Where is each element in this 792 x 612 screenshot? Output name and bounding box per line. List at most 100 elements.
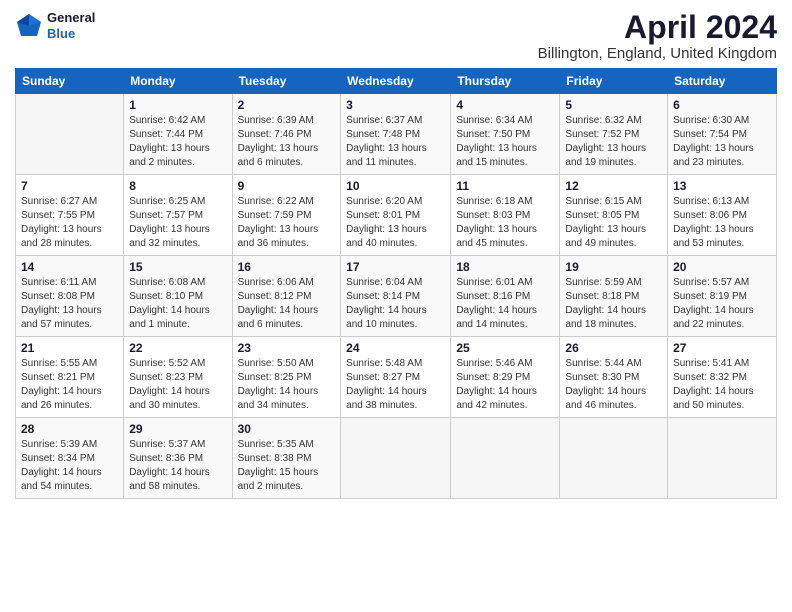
calendar-cell: 28 Sunrise: 5:39 AM Sunset: 8:34 PM Dayli… (16, 418, 124, 499)
day-info: Sunrise: 6:04 AM Sunset: 8:14 PM Dayligh… (346, 276, 445, 332)
day-number: 10 (346, 179, 445, 193)
day-info: Sunrise: 6:32 AM Sunset: 7:52 PM Dayligh… (565, 114, 662, 170)
day-info: Sunrise: 6:39 AM Sunset: 7:46 PM Dayligh… (238, 114, 336, 170)
calendar-week-4: 21 Sunrise: 5:55 AM Sunset: 8:21 PM Dayli… (16, 337, 777, 418)
day-header-sunday: Sunday (16, 69, 124, 94)
day-header-thursday: Thursday (451, 69, 560, 94)
day-number: 22 (129, 341, 226, 355)
calendar-week-3: 14 Sunrise: 6:11 AM Sunset: 8:08 PM Dayli… (16, 256, 777, 337)
logo-general: General (47, 10, 95, 26)
day-info: Sunrise: 5:35 AM Sunset: 8:38 PM Dayligh… (238, 438, 336, 494)
calendar-cell: 8 Sunrise: 6:25 AM Sunset: 7:57 PM Daylig… (124, 175, 232, 256)
logo-icon (15, 12, 43, 40)
calendar-cell: 29 Sunrise: 5:37 AM Sunset: 8:36 PM Dayli… (124, 418, 232, 499)
calendar-cell (560, 418, 668, 499)
day-number: 18 (456, 260, 554, 274)
day-info: Sunrise: 6:25 AM Sunset: 7:57 PM Dayligh… (129, 195, 226, 251)
calendar-cell (341, 418, 451, 499)
day-info: Sunrise: 6:11 AM Sunset: 8:08 PM Dayligh… (21, 276, 118, 332)
day-info: Sunrise: 5:41 AM Sunset: 8:32 PM Dayligh… (673, 357, 771, 413)
day-info: Sunrise: 6:18 AM Sunset: 8:03 PM Dayligh… (456, 195, 554, 251)
day-info: Sunrise: 6:20 AM Sunset: 8:01 PM Dayligh… (346, 195, 445, 251)
day-number: 29 (129, 422, 226, 436)
day-info: Sunrise: 6:34 AM Sunset: 7:50 PM Dayligh… (456, 114, 554, 170)
day-info: Sunrise: 5:48 AM Sunset: 8:27 PM Dayligh… (346, 357, 445, 413)
day-info: Sunrise: 5:46 AM Sunset: 8:29 PM Dayligh… (456, 357, 554, 413)
day-number: 7 (21, 179, 118, 193)
day-info: Sunrise: 5:50 AM Sunset: 8:25 PM Dayligh… (238, 357, 336, 413)
calendar-cell: 19 Sunrise: 5:59 AM Sunset: 8:18 PM Dayli… (560, 256, 668, 337)
day-info: Sunrise: 6:13 AM Sunset: 8:06 PM Dayligh… (673, 195, 771, 251)
day-info: Sunrise: 5:55 AM Sunset: 8:21 PM Dayligh… (21, 357, 118, 413)
day-info: Sunrise: 5:39 AM Sunset: 8:34 PM Dayligh… (21, 438, 118, 494)
day-number: 28 (21, 422, 118, 436)
calendar-cell: 24 Sunrise: 5:48 AM Sunset: 8:27 PM Dayli… (341, 337, 451, 418)
header: General Blue April 2024 Billington, Engl… (15, 10, 777, 62)
day-header-saturday: Saturday (668, 69, 777, 94)
calendar-cell: 30 Sunrise: 5:35 AM Sunset: 8:38 PM Dayli… (232, 418, 341, 499)
day-number: 27 (673, 341, 771, 355)
calendar-cell: 4 Sunrise: 6:34 AM Sunset: 7:50 PM Daylig… (451, 94, 560, 175)
day-info: Sunrise: 5:59 AM Sunset: 8:18 PM Dayligh… (565, 276, 662, 332)
logo-text: General Blue (47, 10, 95, 41)
day-info: Sunrise: 5:57 AM Sunset: 8:19 PM Dayligh… (673, 276, 771, 332)
calendar-cell: 15Sunrise: 6:08 AM Sunset: 8:10 PM Dayli… (124, 256, 232, 337)
calendar-cell: 12 Sunrise: 6:15 AM Sunset: 8:05 PM Dayli… (560, 175, 668, 256)
day-info: Sunrise: 6:06 AM Sunset: 8:12 PM Dayligh… (238, 276, 336, 332)
calendar-cell: 23Sunrise: 5:50 AM Sunset: 8:25 PM Dayli… (232, 337, 341, 418)
day-number: 2 (238, 98, 336, 112)
day-number: 3 (346, 98, 445, 112)
logo-blue: Blue (47, 26, 95, 42)
day-header-wednesday: Wednesday (341, 69, 451, 94)
calendar-cell: 25 Sunrise: 5:46 AM Sunset: 8:29 PM Dayli… (451, 337, 560, 418)
calendar-cell: 16Sunrise: 6:06 AM Sunset: 8:12 PM Dayli… (232, 256, 341, 337)
day-number: 25 (456, 341, 554, 355)
day-number: 24 (346, 341, 445, 355)
day-number: 5 (565, 98, 662, 112)
title-area: April 2024 Billington, England, United K… (538, 10, 777, 62)
calendar-cell: 27 Sunrise: 5:41 AM Sunset: 8:32 PM Dayli… (668, 337, 777, 418)
calendar-cell: 11 Sunrise: 6:18 AM Sunset: 8:03 PM Dayli… (451, 175, 560, 256)
calendar-cell (451, 418, 560, 499)
calendar-week-1: 1Sunrise: 6:42 AM Sunset: 7:44 PM Daylig… (16, 94, 777, 175)
day-info: Sunrise: 5:44 AM Sunset: 8:30 PM Dayligh… (565, 357, 662, 413)
calendar-cell (668, 418, 777, 499)
day-number: 11 (456, 179, 554, 193)
day-number: 26 (565, 341, 662, 355)
day-number: 6 (673, 98, 771, 112)
calendar-cell: 21 Sunrise: 5:55 AM Sunset: 8:21 PM Dayli… (16, 337, 124, 418)
day-info: Sunrise: 6:37 AM Sunset: 7:48 PM Dayligh… (346, 114, 445, 170)
day-number: 19 (565, 260, 662, 274)
location-title: Billington, England, United Kingdom (538, 45, 777, 62)
day-header-tuesday: Tuesday (232, 69, 341, 94)
day-number: 30 (238, 422, 336, 436)
calendar-cell: 5 Sunrise: 6:32 AM Sunset: 7:52 PM Daylig… (560, 94, 668, 175)
calendar-cell: 26 Sunrise: 5:44 AM Sunset: 8:30 PM Dayli… (560, 337, 668, 418)
day-info: Sunrise: 6:15 AM Sunset: 8:05 PM Dayligh… (565, 195, 662, 251)
calendar-cell: 20Sunrise: 5:57 AM Sunset: 8:19 PM Dayli… (668, 256, 777, 337)
calendar-cell: 17 Sunrise: 6:04 AM Sunset: 8:14 PM Dayli… (341, 256, 451, 337)
day-number: 21 (21, 341, 118, 355)
day-number: 1 (129, 98, 226, 112)
day-number: 9 (238, 179, 336, 193)
calendar-cell: 7 Sunrise: 6:27 AM Sunset: 7:55 PM Daylig… (16, 175, 124, 256)
calendar-cell: 1Sunrise: 6:42 AM Sunset: 7:44 PM Daylig… (124, 94, 232, 175)
day-number: 8 (129, 179, 226, 193)
calendar-cell: 14 Sunrise: 6:11 AM Sunset: 8:08 PM Dayli… (16, 256, 124, 337)
day-number: 17 (346, 260, 445, 274)
day-number: 13 (673, 179, 771, 193)
calendar-cell: 22Sunrise: 5:52 AM Sunset: 8:23 PM Dayli… (124, 337, 232, 418)
day-info: Sunrise: 6:27 AM Sunset: 7:55 PM Dayligh… (21, 195, 118, 251)
day-header-friday: Friday (560, 69, 668, 94)
calendar-cell: 10 Sunrise: 6:20 AM Sunset: 8:01 PM Dayli… (341, 175, 451, 256)
day-info: Sunrise: 5:37 AM Sunset: 8:36 PM Dayligh… (129, 438, 226, 494)
calendar-week-2: 7 Sunrise: 6:27 AM Sunset: 7:55 PM Daylig… (16, 175, 777, 256)
calendar-cell: 9Sunrise: 6:22 AM Sunset: 7:59 PM Daylig… (232, 175, 341, 256)
day-number: 14 (21, 260, 118, 274)
month-title: April 2024 (538, 10, 777, 45)
calendar-week-5: 28 Sunrise: 5:39 AM Sunset: 8:34 PM Dayli… (16, 418, 777, 499)
calendar-header-row: SundayMondayTuesdayWednesdayThursdayFrid… (16, 69, 777, 94)
calendar-cell: 6Sunrise: 6:30 AM Sunset: 7:54 PM Daylig… (668, 94, 777, 175)
day-number: 4 (456, 98, 554, 112)
day-number: 12 (565, 179, 662, 193)
